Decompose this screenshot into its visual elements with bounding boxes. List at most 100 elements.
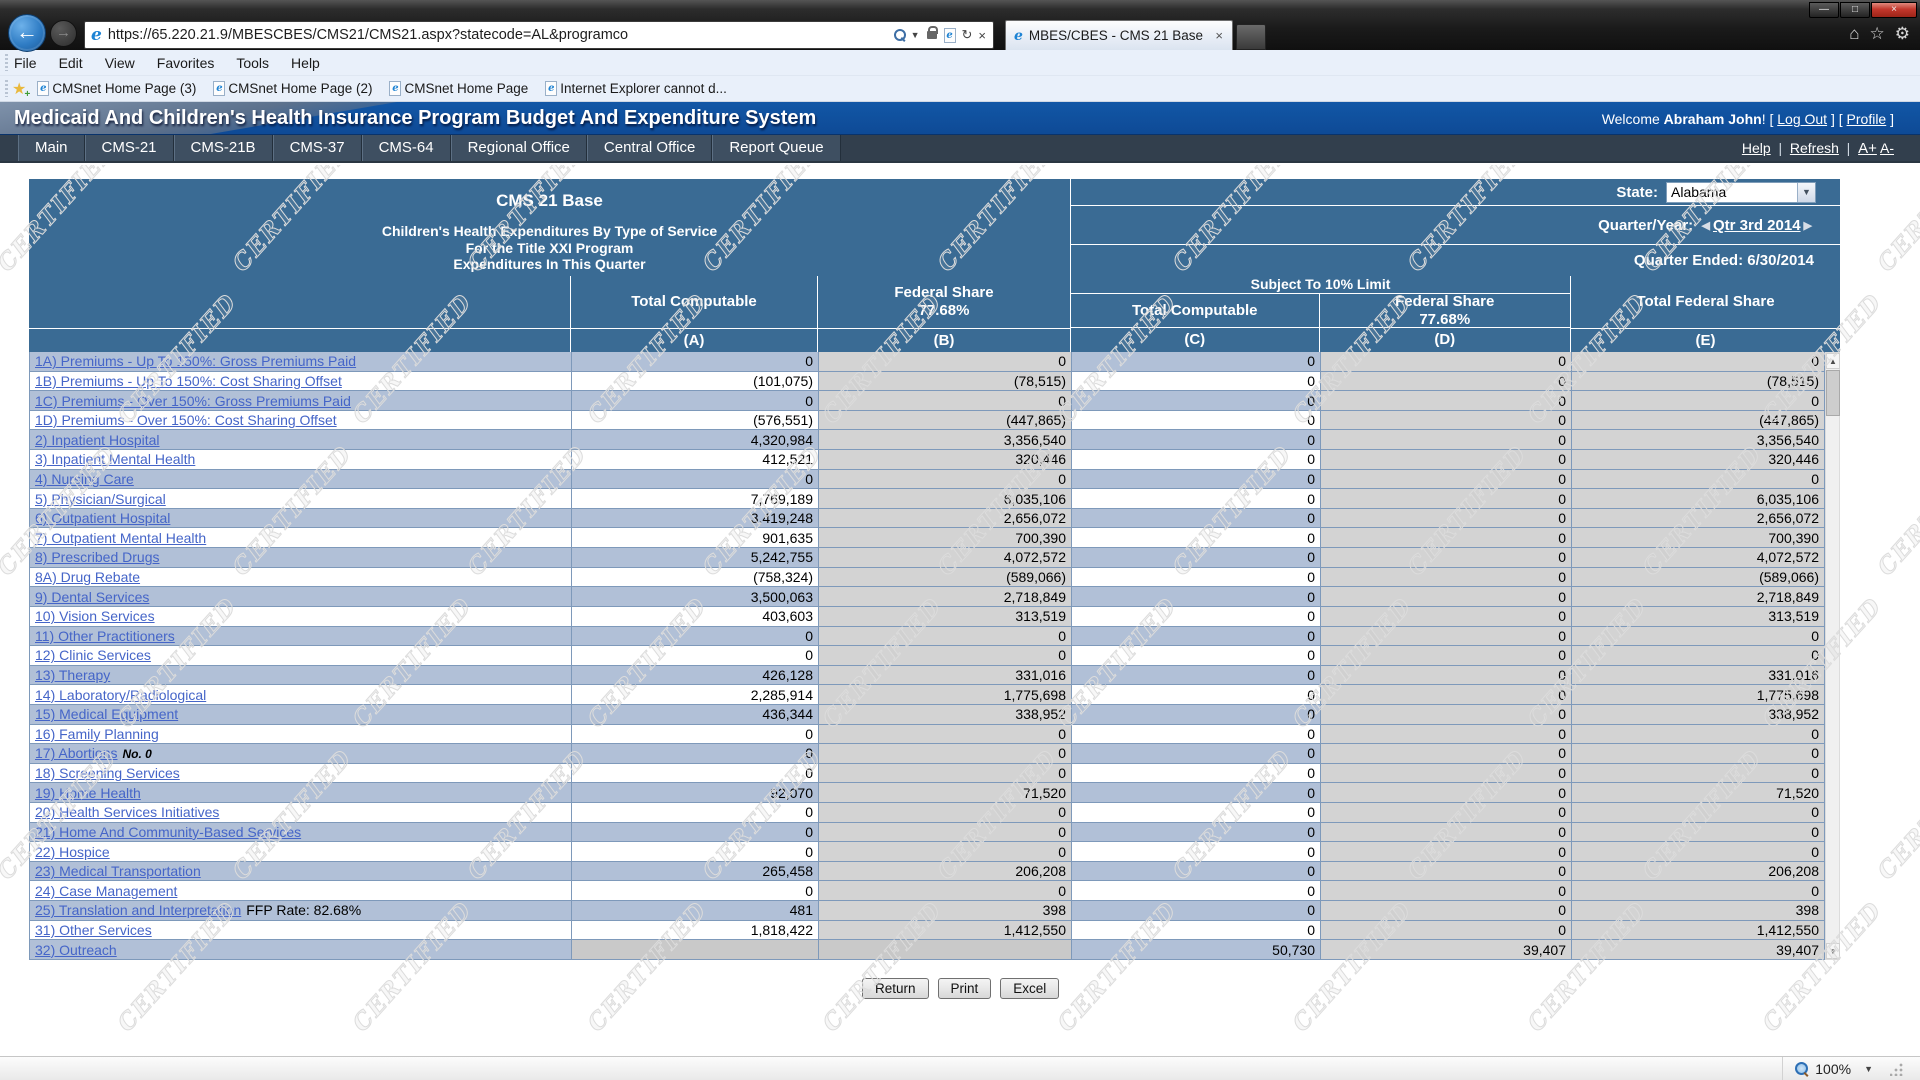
cell-total-computable[interactable]: (576,551): [572, 411, 819, 431]
cell-limit-total-computable[interactable]: 0: [1072, 803, 1321, 823]
row-label-link[interactable]: 8) Prescribed Drugs: [35, 549, 160, 565]
nav-tab[interactable]: CMS-64: [362, 135, 451, 161]
favorites-star-icon[interactable]: ☆: [1870, 24, 1885, 44]
row-label-link[interactable]: 20) Health Services Initiatives: [35, 804, 219, 820]
cell-limit-total-computable[interactable]: 0: [1072, 705, 1321, 725]
menu-item[interactable]: View: [105, 55, 135, 71]
nav-tab[interactable]: Regional Office: [451, 135, 587, 161]
address-bar[interactable]: e https://65.220.21.9/MBESCBES/CMS21/CMS…: [84, 21, 994, 49]
forward-button[interactable]: →: [50, 20, 77, 47]
row-label-link[interactable]: 9) Dental Services: [35, 589, 149, 605]
cell-total-computable[interactable]: (758,324): [572, 568, 819, 588]
row-label-link[interactable]: 13) Therapy: [35, 667, 110, 683]
table-scrollbar[interactable]: ▲ ▼: [1825, 352, 1840, 960]
cell-limit-total-computable[interactable]: 0: [1072, 391, 1321, 411]
row-label-link[interactable]: 17) Abortions: [35, 745, 118, 761]
cell-limit-total-computable[interactable]: 0: [1072, 528, 1321, 548]
cell-limit-total-computable[interactable]: 0: [1072, 862, 1321, 882]
cell-total-computable[interactable]: 0: [572, 823, 819, 843]
cell-total-computable[interactable]: 0: [572, 803, 819, 823]
nav-tab[interactable]: CMS-21B: [174, 135, 273, 161]
cell-total-computable[interactable]: 0: [572, 881, 819, 901]
cell-total-computable[interactable]: 0: [572, 764, 819, 784]
cell-total-computable[interactable]: 481: [572, 901, 819, 921]
cell-total-computable[interactable]: (101,075): [572, 372, 819, 392]
cell-limit-total-computable[interactable]: 0: [1072, 587, 1321, 607]
minimize-button[interactable]: —: [1809, 2, 1839, 18]
logout-link[interactable]: Log Out: [1777, 111, 1827, 127]
new-tab-button[interactable]: [1236, 24, 1266, 50]
row-label-link[interactable]: 1C) Premiums - Over 150%: Gross Premiums…: [35, 393, 351, 409]
cell-limit-total-computable[interactable]: 0: [1072, 646, 1321, 666]
cell-limit-total-computable[interactable]: 0: [1072, 607, 1321, 627]
cell-total-computable[interactable]: 436,344: [572, 705, 819, 725]
cell-limit-total-computable[interactable]: 0: [1072, 725, 1321, 745]
cell-limit-total-computable[interactable]: 0: [1072, 470, 1321, 490]
row-label-link[interactable]: 24) Case Management: [35, 883, 177, 899]
quarter-prev-icon[interactable]: ◀: [1702, 219, 1710, 232]
cell-total-computable[interactable]: 0: [572, 352, 819, 372]
nav-tab[interactable]: Central Office: [587, 135, 712, 161]
row-label-link[interactable]: 11) Other Practitioners: [35, 628, 175, 644]
state-select[interactable]: Alabama ▼: [1666, 182, 1816, 203]
row-label-link[interactable]: 8A) Drug Rebate: [35, 569, 140, 585]
chevron-down-icon[interactable]: ▼: [1797, 183, 1815, 202]
cell-limit-total-computable[interactable]: 0: [1072, 764, 1321, 784]
scroll-up-icon[interactable]: ▲: [1826, 353, 1840, 369]
cell-limit-total-computable[interactable]: 0: [1072, 744, 1321, 764]
cell-total-computable[interactable]: 412,521: [572, 450, 819, 470]
maximize-button[interactable]: □: [1840, 2, 1870, 18]
close-button[interactable]: ×: [1871, 2, 1917, 18]
stop-icon[interactable]: ×: [978, 28, 986, 43]
row-label-link[interactable]: 7) Outpatient Mental Health: [35, 530, 206, 546]
row-label-link[interactable]: 4) Nursing Care: [35, 471, 134, 487]
action-button[interactable]: Excel: [1000, 978, 1059, 999]
cell-limit-total-computable[interactable]: 0: [1072, 881, 1321, 901]
row-label-link[interactable]: 10) Vision Services: [35, 608, 155, 624]
cell-limit-total-computable[interactable]: 0: [1072, 548, 1321, 568]
row-label-link[interactable]: 1A) Premiums - Up To 150%: Gross Premium…: [35, 353, 356, 369]
cell-limit-total-computable[interactable]: 0: [1072, 842, 1321, 862]
cell-limit-total-computable[interactable]: 0: [1072, 372, 1321, 392]
cell-total-computable[interactable]: 4,320,984: [572, 430, 819, 450]
home-icon[interactable]: ⌂: [1849, 24, 1859, 44]
scroll-down-icon[interactable]: ▼: [1826, 943, 1840, 959]
cell-limit-total-computable[interactable]: 0: [1072, 352, 1321, 372]
favorite-link[interactable]: e CMSnet Home Page (2): [210, 81, 372, 96]
cell-total-computable[interactable]: 0: [572, 744, 819, 764]
nav-tab[interactable]: CMS-21: [85, 135, 174, 161]
cell-limit-total-computable[interactable]: 0: [1072, 489, 1321, 509]
quarter-link[interactable]: Qtr 3rd 2014: [1713, 217, 1801, 234]
zoom-control[interactable]: 100% ▼: [1782, 1057, 1920, 1080]
cell-limit-total-computable[interactable]: 0: [1072, 666, 1321, 686]
cell-total-computable[interactable]: 3,419,248: [572, 509, 819, 529]
row-label-link[interactable]: 19) Home Health: [35, 785, 141, 801]
font-increase-link[interactable]: A+: [1858, 140, 1877, 157]
cell-limit-total-computable[interactable]: 0: [1072, 921, 1321, 941]
url-text[interactable]: https://65.220.21.9/MBESCBES/CMS21/CMS21…: [108, 27, 892, 43]
row-label-link[interactable]: 18) Screening Services: [35, 765, 180, 781]
menu-item[interactable]: File: [14, 55, 37, 71]
cell-total-computable[interactable]: 901,635: [572, 528, 819, 548]
cell-limit-total-computable[interactable]: 0: [1072, 627, 1321, 647]
nav-tab[interactable]: CMS-37: [273, 135, 362, 161]
row-label-link[interactable]: 3) Inpatient Mental Health: [35, 451, 195, 467]
row-label-link[interactable]: 16) Family Planning: [35, 726, 159, 742]
cell-limit-total-computable[interactable]: 0: [1072, 509, 1321, 529]
cell-limit-total-computable[interactable]: 50,730: [1072, 940, 1321, 960]
refresh-link[interactable]: Refresh: [1790, 140, 1839, 156]
row-label-link[interactable]: 21) Home And Community-Based Services: [35, 824, 301, 840]
row-label-link[interactable]: 12) Clinic Services: [35, 647, 151, 663]
nav-tab[interactable]: Main: [18, 135, 85, 161]
favorite-link[interactable]: e Internet Explorer cannot d...: [542, 81, 727, 96]
row-label-link[interactable]: 22) Hospice: [35, 844, 110, 860]
tab-close-icon[interactable]: ×: [1212, 28, 1226, 43]
refresh-icon[interactable]: ↻: [962, 27, 973, 43]
compatibility-view-icon[interactable]: e: [944, 28, 956, 43]
favorite-link[interactable]: e CMSnet Home Page: [386, 81, 528, 96]
menu-item[interactable]: Edit: [59, 55, 83, 71]
cell-total-computable[interactable]: 92,070: [572, 783, 819, 803]
row-label-link[interactable]: 6) Outpatient Hospital: [35, 510, 170, 526]
browser-tab[interactable]: e MBES/CBES - CMS 21 Base ×: [1005, 20, 1233, 50]
profile-link[interactable]: Profile: [1847, 111, 1887, 127]
